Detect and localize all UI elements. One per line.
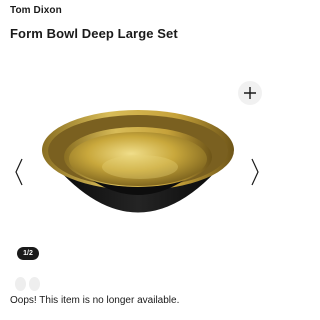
carousel-prev-button[interactable] — [12, 155, 26, 189]
product-title: Form Bowl Deep Large Set — [10, 26, 178, 41]
variant-swatch[interactable] — [29, 277, 40, 291]
add-to-wishlist-button[interactable] — [238, 81, 262, 105]
product-image — [42, 110, 234, 213]
chevron-right-icon — [251, 158, 259, 186]
carousel-next-button[interactable] — [248, 155, 262, 189]
variant-swatch[interactable] — [15, 277, 26, 291]
chevron-left-icon — [15, 158, 23, 186]
brand-name[interactable]: Tom Dixon — [10, 5, 62, 16]
plus-icon — [244, 87, 256, 99]
availability-notice: Oops! This item is no longer available. — [10, 295, 180, 306]
variant-swatches — [15, 277, 40, 291]
image-carousel[interactable] — [0, 105, 276, 240]
image-counter: 1/2 — [17, 247, 39, 260]
product-page: Tom Dixon Form Bowl Deep Large Set 1/2 O… — [0, 0, 276, 320]
